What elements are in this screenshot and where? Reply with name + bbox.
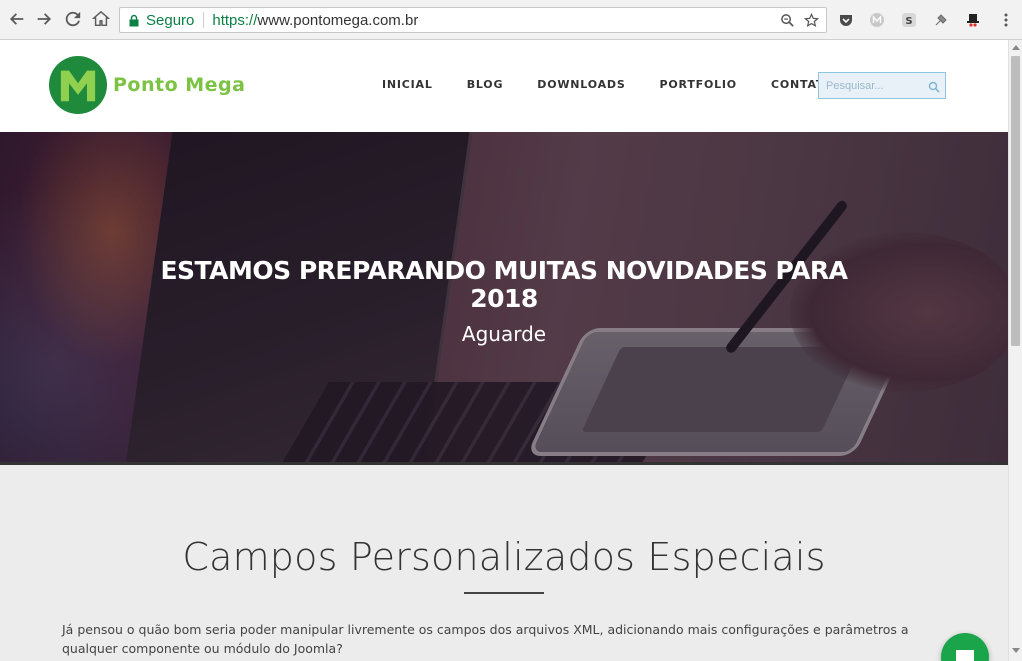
scroll-up-arrow-icon[interactable]: [1012, 45, 1020, 50]
hero-title-line2: 2018: [470, 284, 538, 313]
browser-toolbar: Seguro https:// www.pontomega.com.br S: [0, 0, 1022, 40]
site-header: Ponto Mega INICIAL BLOG DOWNLOADS PORTFO…: [0, 40, 1008, 132]
address-bar[interactable]: Seguro https:// www.pontomega.com.br: [119, 7, 827, 33]
chrome-menu-icon[interactable]: [996, 10, 1016, 30]
nav-item-portfolio[interactable]: PORTFOLIO: [660, 78, 737, 91]
hat-extension-icon[interactable]: [963, 10, 983, 30]
url-host: www.pontomega.com.br: [257, 11, 419, 29]
tools-extension-icon[interactable]: [931, 10, 951, 30]
home-icon[interactable]: [90, 8, 112, 30]
nav-item-downloads[interactable]: DOWNLOADS: [537, 78, 625, 91]
back-icon[interactable]: [6, 8, 28, 30]
zoom-icon[interactable]: [778, 11, 796, 29]
mega-extension-icon[interactable]: [867, 10, 887, 30]
page-viewport: Ponto Mega INICIAL BLOG DOWNLOADS PORTFO…: [0, 40, 1008, 661]
logo-emblem: [49, 56, 107, 114]
site-search: [818, 72, 946, 99]
hero-title-line1: ESTAMOS PREPARANDO MUITAS NOVIDADES PARA: [160, 256, 848, 285]
hero-subtitle: Aguarde: [461, 322, 547, 346]
bookmark-star-icon[interactable]: [802, 11, 820, 29]
pocket-extension-icon[interactable]: [836, 10, 856, 30]
scrollbar-thumb[interactable]: [1011, 56, 1020, 346]
site-logo[interactable]: Ponto Mega: [49, 56, 245, 114]
url-scheme: https://: [212, 11, 258, 29]
chat-button[interactable]: [941, 633, 989, 661]
logo-text: Ponto Mega: [113, 74, 246, 96]
search-icon[interactable]: [928, 80, 940, 93]
section-title: Campos Personalizados Especiais: [182, 535, 826, 579]
hero-bottom-border: [0, 462, 1008, 465]
lock-icon: [129, 14, 139, 27]
section-intro: Já pensou o quão bom seria poder manipul…: [62, 622, 909, 656]
title-divider: [464, 592, 544, 594]
hero-title: ESTAMOS PREPARANDO MUITAS NOVIDADES PARA…: [0, 257, 1008, 313]
nav-item-blog[interactable]: BLOG: [467, 78, 504, 91]
s-extension-icon[interactable]: S: [899, 10, 919, 30]
omnibox-separator: [203, 12, 205, 28]
search-input[interactable]: [819, 73, 945, 98]
reload-icon[interactable]: [62, 8, 84, 30]
nav-item-inicial[interactable]: INICIAL: [382, 78, 433, 91]
forward-icon[interactable]: [33, 8, 55, 30]
page-scrollbar[interactable]: [1008, 40, 1022, 661]
chat-bubble-icon: [956, 650, 974, 661]
secure-label: Seguro: [146, 11, 195, 29]
scroll-down-arrow-icon[interactable]: [1012, 648, 1020, 653]
hero-banner: ESTAMOS PREPARANDO MUITAS NOVIDADES PARA…: [0, 132, 1008, 465]
svg-text:S: S: [905, 16, 912, 27]
main-nav: INICIAL BLOG DOWNLOADS PORTFOLIO CONTATO: [382, 78, 868, 91]
